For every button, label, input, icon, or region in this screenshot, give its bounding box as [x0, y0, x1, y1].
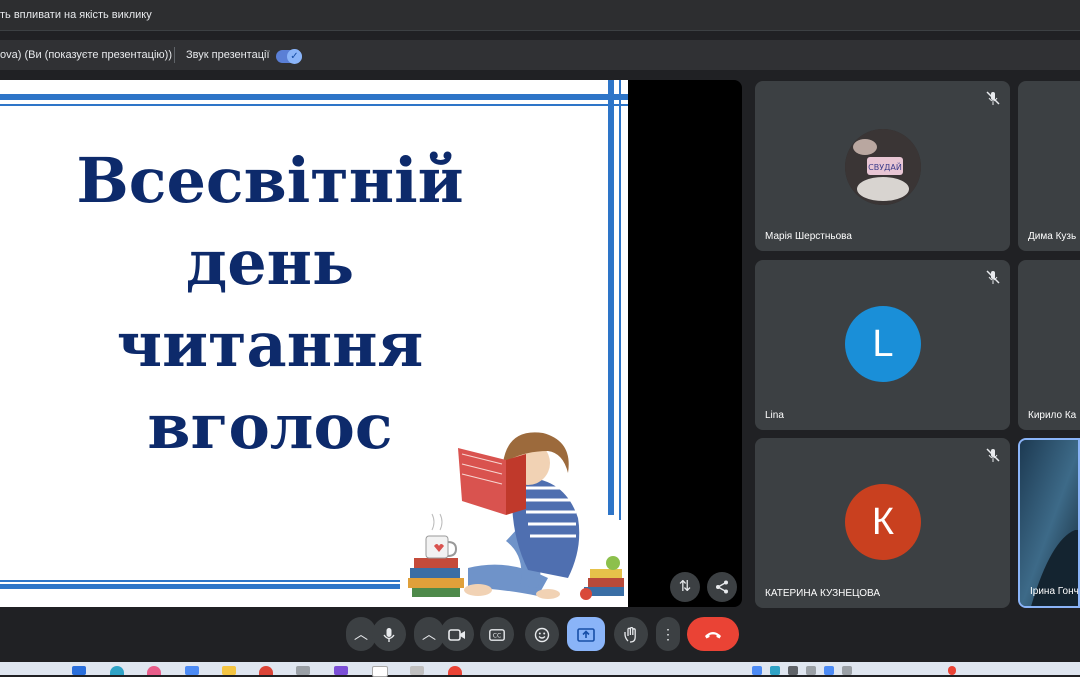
file-icon[interactable]: [372, 666, 388, 677]
notification-icon[interactable]: [948, 666, 956, 675]
reactions-button[interactable]: [525, 617, 559, 651]
slide-border-top: [0, 94, 628, 100]
svg-text:CC: CC: [493, 633, 501, 640]
presentation-stage: Всесвітній день читання вголос ⇅: [0, 80, 742, 607]
tray-icon[interactable]: [770, 666, 780, 675]
camera-icon: [448, 629, 465, 642]
captions-icon: CC: [489, 629, 505, 642]
slide-title-line: Всесвітній: [76, 144, 464, 217]
avatar: L: [845, 306, 921, 382]
presentation-bar: ova) (Ви (показуєте презентацію)) Звук п…: [0, 40, 1080, 70]
present-icon: [577, 628, 595, 643]
participant-tile[interactable]: L Lina: [755, 260, 1010, 430]
os-taskbar: [0, 662, 1080, 677]
raise-hand-button[interactable]: [614, 617, 648, 651]
warning-text: ть впливати на якість виклику: [0, 9, 152, 21]
chrome-active-icon[interactable]: [448, 666, 462, 675]
microphone-button[interactable]: [372, 617, 406, 651]
folder-icon[interactable]: [222, 666, 236, 675]
call-warning-bar: ть впливати на якість виклику: [0, 0, 1080, 31]
slide-title-line: читання: [116, 308, 424, 381]
profile-photo: СВУДАЙ: [845, 129, 921, 205]
participant-name: Ірина Гонча: [1030, 586, 1080, 597]
play-icon[interactable]: [185, 666, 199, 675]
tray-icon[interactable]: [842, 666, 852, 675]
emoji-icon: [534, 628, 550, 643]
present-now-button[interactable]: [567, 617, 605, 651]
participant-name: КАТЕРИНА КУЗНЕЦОВА: [765, 588, 880, 599]
windows-icon[interactable]: [72, 666, 86, 675]
raise-hand-icon: [624, 627, 636, 643]
participant-tile[interactable]: СВУДАЙ Марія Шерстньова: [755, 81, 1010, 251]
tray-icon[interactable]: [824, 666, 834, 675]
share-button[interactable]: [707, 572, 737, 602]
end-call-icon: [705, 632, 721, 639]
call-controls: ︿ ︿ CC ⋮: [0, 612, 1080, 658]
avatar: СВУДАЙ: [845, 129, 921, 205]
slide-title-line: день: [185, 226, 355, 299]
leave-call-button[interactable]: [687, 617, 739, 651]
mic-icon: [383, 628, 395, 643]
presentation-sound-label: Звук презентації: [186, 49, 270, 61]
app-icon[interactable]: [296, 666, 310, 675]
camera-button[interactable]: [440, 617, 474, 651]
check-icon: ✓: [287, 49, 302, 64]
avatar: К: [845, 484, 921, 560]
more-icon: ⋮: [661, 626, 675, 642]
chrome-icon[interactable]: [259, 666, 273, 675]
participant-name: Марія Шерстньова: [765, 231, 852, 242]
mic-off-icon: [986, 270, 1000, 284]
participant-name: Lina: [765, 410, 784, 421]
participant-tile[interactable]: Ірина Гонча: [1018, 438, 1080, 608]
presentation-sound-toggle[interactable]: ✓: [276, 49, 302, 64]
participant-tile[interactable]: Кирило Ка: [1018, 260, 1080, 430]
participant-video: [1020, 440, 1078, 606]
mic-off-icon: [986, 448, 1000, 462]
slide-border-top-thin: [0, 104, 628, 106]
tray-icon[interactable]: [752, 666, 762, 675]
presenter-label: ova) (Ви (показуєте презентацію)): [0, 49, 172, 61]
browser-icon[interactable]: [110, 666, 124, 675]
mic-off-icon: [986, 91, 1000, 105]
girl-reading-illustration: [408, 432, 624, 600]
chevron-up-icon: ︿: [422, 626, 436, 642]
chevron-up-icon: ︿: [354, 626, 368, 642]
captions-button[interactable]: CC: [480, 617, 514, 651]
divider: [174, 47, 175, 63]
share-icon: [716, 580, 728, 594]
app-icon[interactable]: [147, 666, 161, 675]
app-icon[interactable]: [410, 666, 424, 675]
tray-icon[interactable]: [806, 666, 816, 675]
svg-text:СВУДАЙ: СВУДАЙ: [868, 161, 902, 172]
participant-tile[interactable]: Дима Кузь: [1018, 81, 1080, 251]
swap-vertical-icon: ⇅: [678, 578, 692, 595]
app-icon[interactable]: [334, 666, 348, 675]
participant-tile[interactable]: К КАТЕРИНА КУЗНЕЦОВА: [755, 438, 1010, 608]
participant-name: Дима Кузь: [1028, 231, 1077, 242]
tray-icon[interactable]: [788, 666, 798, 675]
slide-border-bottom-thin: [0, 580, 400, 582]
slide-border-bottom: [0, 584, 400, 589]
participant-name: Кирило Ка: [1028, 410, 1077, 421]
swap-layout-button[interactable]: ⇅: [670, 572, 700, 602]
shared-slide: Всесвітній день читання вголос: [0, 80, 628, 607]
more-options-button[interactable]: ⋮: [656, 617, 680, 651]
